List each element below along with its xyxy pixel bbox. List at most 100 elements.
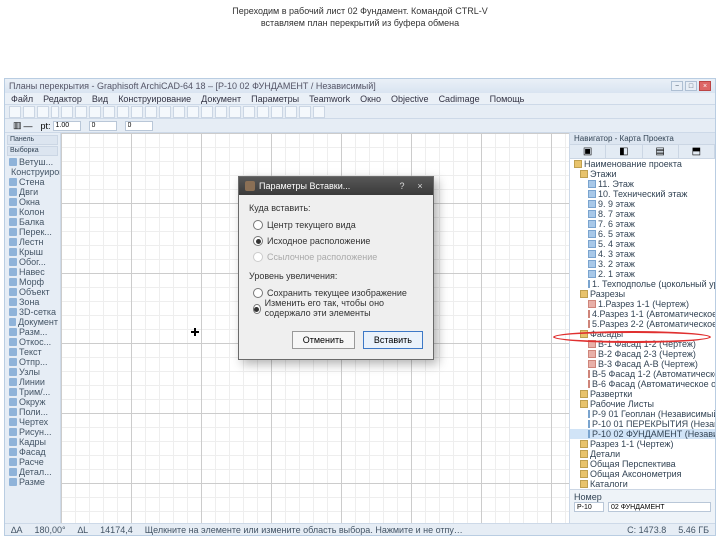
tree-group[interactable]: Каталоги [570,479,715,489]
tree-floor-item[interactable]: 1. Техподполье (цокольный уровень) [570,279,715,289]
tool-g[interactable] [215,106,227,118]
tool-d[interactable] [173,106,185,118]
palette-tool[interactable]: Колон [7,207,58,217]
palette-tool[interactable]: 3D-сетка [7,307,58,317]
dialog-help-button[interactable]: ? [395,180,409,192]
palette-tool[interactable]: Окруж [7,397,58,407]
palette-tool[interactable]: Трим/... [7,387,58,397]
tree-elevation-item[interactable]: В-2 Фасад 2-3 (Чертеж) [570,349,715,359]
menu-help[interactable]: Помощь [490,94,525,104]
tree-worksheet-item[interactable]: P-10 01 ПЕРЕКРЫТИЯ (Независимый) [570,419,715,429]
palette-tool[interactable]: Чертех [7,417,58,427]
tree-floor-item[interactable]: 3. 2 этаж [570,259,715,269]
tree-section-item[interactable]: 5.Разрез 2-2 (Автоматическое обновление … [570,319,715,329]
cancel-button[interactable]: Отменить [292,331,355,349]
palette-tool[interactable]: Перек... [7,227,58,237]
tool-m[interactable] [299,106,311,118]
tree-interior-hdr[interactable]: Развертки [570,389,715,399]
tree-sections-hdr[interactable]: Разрезы [570,289,715,299]
tree-floor-item[interactable]: 11. Этаж [570,179,715,189]
radio-fit-elements[interactable]: Изменить его так, чтобы оно содержало эт… [253,301,423,317]
palette-tool[interactable]: Текст [7,347,58,357]
tree-group[interactable]: Детали [570,449,715,459]
tool-save[interactable] [37,106,49,118]
tree-elevations-hdr[interactable]: Фасады [570,329,715,339]
tool-copy[interactable] [103,106,115,118]
palette-tool[interactable]: Морф [7,277,58,287]
insert-button[interactable]: Вставить [363,331,423,349]
menu-edit[interactable]: Редактор [43,94,82,104]
tool-undo[interactable] [61,106,73,118]
dialog-titlebar[interactable]: Параметры Вставки... ? × [239,177,433,195]
tool-l[interactable] [285,106,297,118]
tool-h[interactable] [229,106,241,118]
radio-original-location[interactable]: Исходное расположение [253,233,423,249]
palette-tool[interactable]: Конструиров [7,167,58,177]
palette-tool[interactable]: Обог... [7,257,58,267]
tree-floor-item[interactable]: 9. 9 этаж [570,199,715,209]
nav-tab-view[interactable]: ◧ [606,145,642,158]
menu-teamwork[interactable]: Teamwork [309,94,350,104]
tree-root[interactable]: Наименование проекта [570,159,715,169]
menu-view[interactable]: Вид [92,94,108,104]
palette-tool[interactable]: Лестн [7,237,58,247]
palette-tool[interactable]: Объект [7,287,58,297]
tree-elevation-item[interactable]: В-5 Фасад 1-2 (Автоматическое обновление… [570,369,715,379]
palette-tool[interactable]: Окна [7,197,58,207]
z2-input[interactable] [125,121,153,131]
tool-open[interactable] [23,106,35,118]
palette-tool[interactable]: Зона [7,297,58,307]
nav-tab-layout[interactable]: ▤ [643,145,679,158]
tool-a[interactable] [131,106,143,118]
palette-tool[interactable]: Навес [7,267,58,277]
tree-elevation-item[interactable]: В-6 Фасад (Автоматическое обновление из … [570,379,715,389]
menu-window[interactable]: Окно [360,94,381,104]
tree-floor-item[interactable]: 7. 6 этаж [570,219,715,229]
tool-j[interactable] [257,106,269,118]
palette-tool[interactable]: Фасад [7,447,58,457]
nav-tab-project[interactable]: ▣ [570,145,606,158]
maximize-button[interactable]: □ [685,81,697,91]
nav-tab-publisher[interactable]: ⬒ [679,145,715,158]
tree-floor-item[interactable]: 2. 1 этаж [570,269,715,279]
tool-f[interactable] [201,106,213,118]
pt-input[interactable] [53,121,81,131]
menu-document[interactable]: Документ [201,94,241,104]
palette-tool[interactable]: Разме [7,477,58,487]
tool-paste[interactable] [117,106,129,118]
menu-objective[interactable]: Objective [391,94,429,104]
tree-worksheets-hdr[interactable]: Рабочие Листы [570,399,715,409]
tree-floor-item[interactable]: 4. 3 этаж [570,249,715,259]
palette-tool[interactable]: Рисун... [7,427,58,437]
palette-tool[interactable]: Стена [7,177,58,187]
tool-cut[interactable] [89,106,101,118]
dialog-close-button[interactable]: × [413,180,427,192]
tool-i[interactable] [243,106,255,118]
tool-n[interactable] [313,106,325,118]
tree-floor-item[interactable]: 8. 7 этаж [570,209,715,219]
menu-design[interactable]: Конструирование [118,94,191,104]
tree-section-item[interactable]: 1.Разрез 1-1 (Чертеж) [570,299,715,309]
menu-file[interactable]: Файл [11,94,33,104]
palette-tool[interactable]: Двги [7,187,58,197]
tree-elevation-item[interactable]: В-1 Фасад 1-2 (Чертеж) [570,339,715,349]
palette-tool[interactable]: Разм... [7,327,58,337]
tree-worksheet-item[interactable]: P-9 01 Геоплан (Независимый) [570,409,715,419]
close-button[interactable]: × [699,81,711,91]
palette-tool[interactable]: Балка [7,217,58,227]
tree-group[interactable]: Разрез 1-1 (Чертеж) [570,439,715,449]
palette-tool[interactable]: Поли... [7,407,58,417]
tool-c[interactable] [159,106,171,118]
tree-elevation-item[interactable]: В-3 Фасад А-В (Чертеж) [570,359,715,369]
tool-k[interactable] [271,106,283,118]
palette-tool[interactable]: Детал... [7,467,58,477]
tool-e[interactable] [187,106,199,118]
palette-tool[interactable]: Документ [7,317,58,327]
tool-b[interactable] [145,106,157,118]
tree-floors-hdr[interactable]: Этажи [570,169,715,179]
palette-tool[interactable]: Отпр... [7,357,58,367]
palette-tool[interactable]: Узлы [7,367,58,377]
palette-tool[interactable]: Кадры [7,437,58,447]
tree-floor-item[interactable]: 6. 5 этаж [570,229,715,239]
palette-tool[interactable]: Расче [7,457,58,467]
